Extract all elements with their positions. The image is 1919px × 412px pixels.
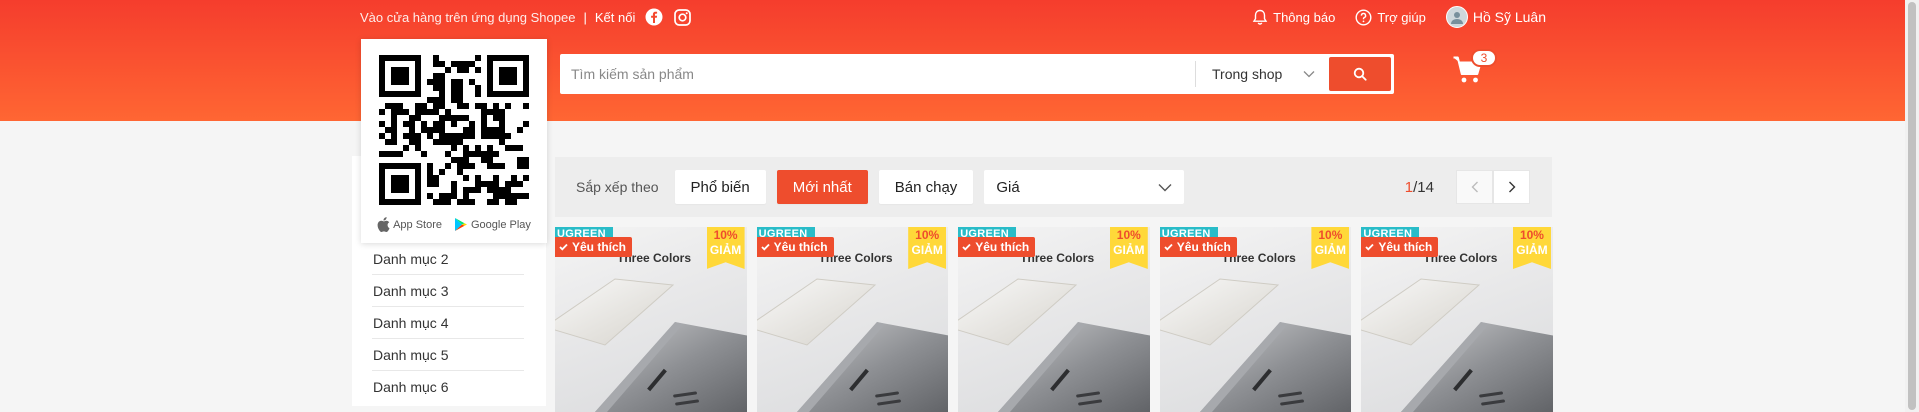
help-icon [1355,8,1372,26]
favorite-badge-label: Yêu thích [773,240,828,254]
category-list: Danh mục 2 Danh mục 3 Danh mục 4 Danh mụ… [372,243,524,403]
favorite-badge-label: Yêu thích [975,240,1030,254]
notifications-link[interactable]: Thông báo [1252,9,1335,26]
help-link[interactable]: Trợ giúp [1355,8,1426,26]
page-indicator: 1/14 [1405,179,1434,196]
price-sort-label: Giá [996,178,1020,196]
app-download-link[interactable]: Vào cửa hàng trên ứng dụng Shopee [360,10,575,25]
favorite-badge: Yêu thích [555,237,633,257]
top-navbar: Vào cửa hàng trên ứng dụng Shopee | Kết … [360,0,1546,34]
sort-bar: Sắp xếp theo Phổ biến Mới nhất Bán chạy … [555,157,1552,217]
user-account[interactable]: Hồ Sỹ Luân [1445,6,1546,28]
discount-percent: 10% [1318,228,1343,242]
topbar-left: Vào cửa hàng trên ứng dụng Shopee | Kết … [360,8,691,26]
discount-percent: 10% [713,228,738,242]
qr-code [379,55,529,205]
category-item[interactable]: Danh mục 5 [372,339,524,371]
google-play-label: Google Play [470,218,531,231]
category-item[interactable]: Danh mục 2 [372,243,524,275]
discount-percent: 10% [1519,228,1544,242]
sort-popular-button[interactable]: Phổ biến [674,170,766,204]
category-item[interactable]: Danh mục 4 [372,307,524,339]
prev-page-button[interactable] [1456,170,1493,204]
category-item[interactable]: Danh mục 3 [372,275,524,307]
favorite-badge: Yêu thích [958,237,1036,257]
google-play-link[interactable]: Google Play [454,217,531,232]
product-grid: UGREEN Three Colors Yêu thích 10% GIẢM U… [555,227,1553,412]
cart-button[interactable]: 3 [1452,49,1497,91]
search-scope-label: Trong shop [1212,66,1283,82]
favorite-badge: Yêu thích [1361,237,1439,257]
app-store-link[interactable]: App Store [377,217,442,232]
discount-label: GIẢM [911,243,943,257]
product-card[interactable]: UGREEN Three Colors Yêu thích 10% GIẢM [756,227,949,412]
topbar-right: Thông báo Trợ giúp Hồ Sỹ Luân [1252,6,1546,28]
favorite-badge: Yêu thích [1159,237,1237,257]
sort-bestselling-button[interactable]: Bán chạy [878,170,974,204]
page-scrollbar[interactable] [1905,0,1919,412]
check-icon [1365,243,1375,251]
facebook-icon[interactable] [645,8,663,26]
search-button[interactable] [1329,57,1391,91]
favorite-badge-label: Yêu thích [572,240,627,254]
search-scope-dropdown[interactable]: Trong shop [1195,61,1329,87]
apple-icon [377,217,390,232]
search-icon [1353,67,1367,81]
product-card[interactable]: UGREEN Three Colors Yêu thích 10% GIẢM [555,227,747,412]
search-bar: Trong shop [560,54,1394,94]
next-page-button[interactable] [1493,170,1530,204]
notifications-label: Thông báo [1273,9,1336,25]
discount-percent: 10% [1116,228,1141,242]
help-label: Trợ giúp [1377,9,1426,25]
chevron-down-icon [1303,71,1315,78]
check-icon [760,243,770,251]
sort-newest-button[interactable]: Mới nhất [776,170,868,204]
product-card[interactable]: UGREEN Three Colors Yêu thích 10% GIẢM [1361,227,1553,412]
sort-label: Sắp xếp theo [576,179,659,195]
scrollbar-thumb[interactable] [1908,2,1916,410]
current-page: 1 [1404,178,1414,196]
app-store-links: App Store Google Play [377,217,531,232]
discount-label: GIẢM [709,243,742,257]
discount-label: GIẢM [1314,243,1347,257]
avatar [1445,6,1468,28]
mini-pagination: 1/14 [1405,170,1530,204]
bell-icon [1252,9,1268,25]
total-pages: /14 [1413,178,1434,196]
product-card[interactable]: UGREEN Three Colors Yêu thích 10% GIẢM [958,227,1150,412]
username: Hồ Sỹ Luân [1472,9,1546,25]
chevron-down-icon [1158,183,1172,191]
favorite-badge-label: Yêu thích [1378,240,1433,254]
app-store-label: App Store [393,218,442,231]
discount-label: GIẢM [1113,243,1145,257]
product-card[interactable]: UGREEN Three Colors Yêu thích 10% GIẢM [1159,227,1352,412]
cart-count-badge: 3 [1471,49,1497,67]
check-icon [559,243,568,251]
category-item[interactable]: Danh mục 6 [372,371,524,403]
favorite-badge-label: Yêu thích [1176,240,1231,254]
check-icon [1164,243,1173,251]
topbar-separator: | [583,9,587,25]
chevron-left-icon [1471,181,1478,193]
instagram-icon[interactable] [673,8,691,26]
search-input[interactable] [563,57,1195,91]
shop-header: Vào cửa hàng trên ứng dụng Shopee | Kết … [0,0,1905,121]
google-play-icon [454,218,467,231]
discount-percent: 10% [915,228,940,242]
favorite-badge: Yêu thích [756,237,834,257]
connect-label: Kết nối [594,9,636,25]
check-icon [962,243,971,251]
discount-label: GIẢM [1516,243,1548,257]
chevron-right-icon [1508,181,1515,193]
price-sort-select[interactable]: Giá [984,170,1185,204]
app-qr-popup: App Store Google Play [361,39,547,243]
